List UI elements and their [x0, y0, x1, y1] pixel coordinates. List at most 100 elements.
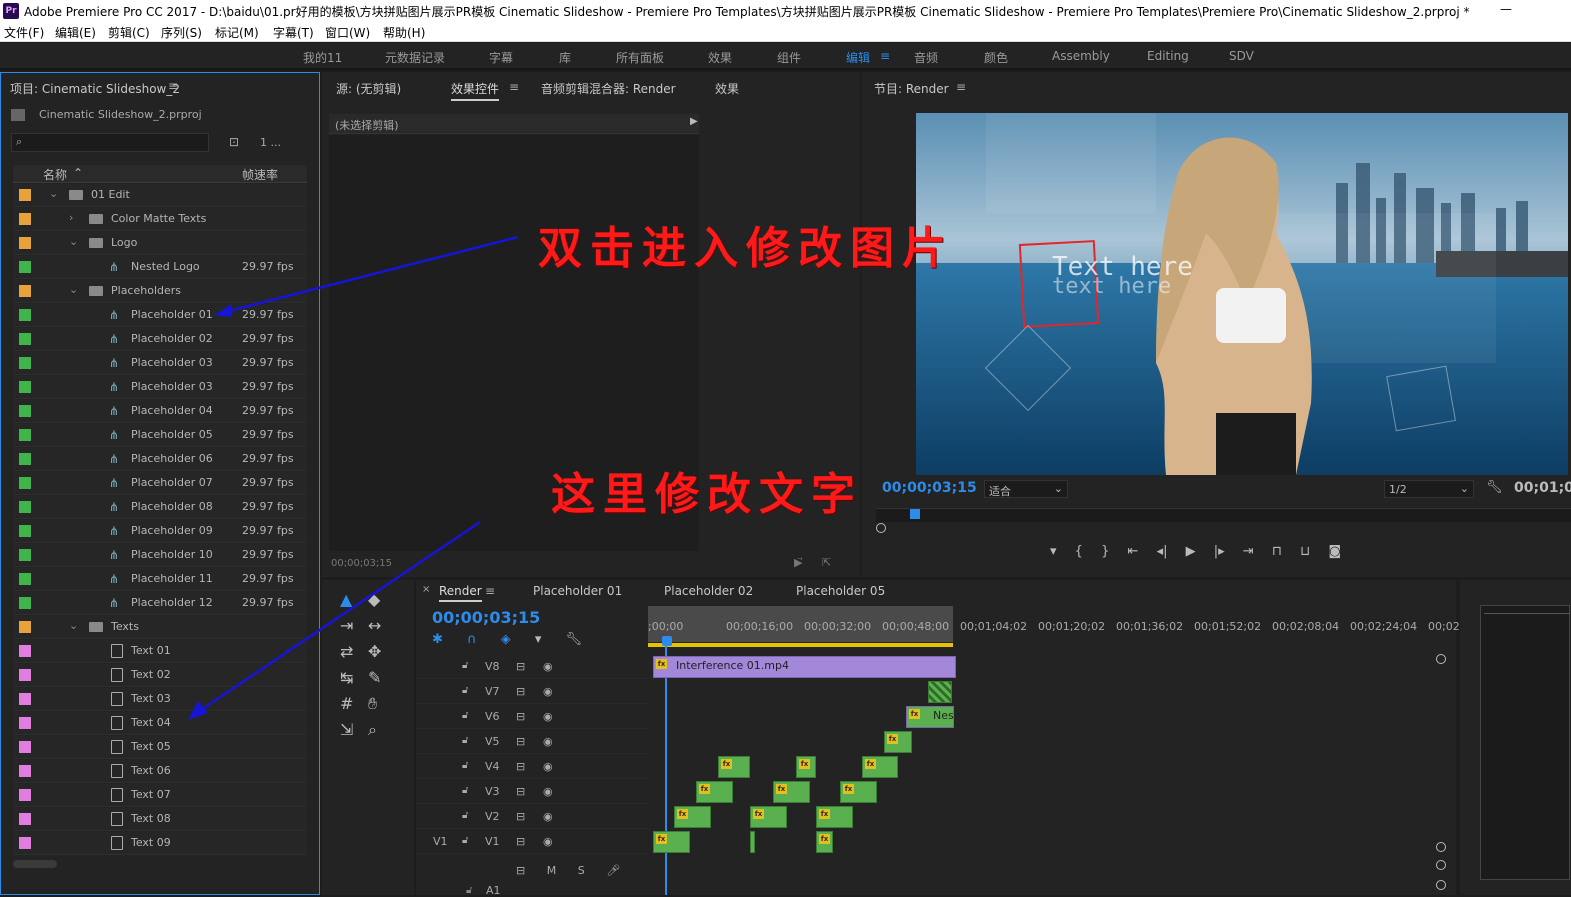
lock-icon[interactable]: 🔓︎	[466, 885, 472, 896]
lock-icon[interactable]: 🔓︎	[462, 810, 468, 821]
ws-tab[interactable]: 所有面板	[616, 49, 664, 66]
minimize-button[interactable]: —	[1498, 0, 1514, 20]
new-bin-icon[interactable]: ⊡	[229, 135, 239, 149]
source-patch[interactable]: V1	[433, 835, 448, 848]
label-color-swatch[interactable]	[19, 573, 31, 585]
timeline-clip[interactable]: fx	[796, 756, 816, 778]
project-item[interactable]: Text 01	[13, 640, 307, 663]
project-item[interactable]: Text 02	[13, 664, 307, 687]
eye-icon[interactable]: ◉	[543, 760, 553, 773]
label-color-swatch[interactable]	[19, 261, 31, 273]
lock-icon[interactable]: 🔓︎	[462, 835, 468, 846]
slip-tool-icon[interactable]: ↹	[340, 668, 353, 687]
slide-tool-icon[interactable]: #	[340, 694, 353, 713]
timeline-clip[interactable]: fx	[840, 781, 877, 803]
project-item[interactable]: ⋔ Placeholder 08 29.97 fps	[13, 496, 307, 519]
go-to-in-icon[interactable]: ⇤	[1128, 544, 1139, 559]
go-to-out-icon[interactable]: ⇥	[1243, 544, 1254, 559]
project-item[interactable]: ⋔ Placeholder 12 29.97 fps	[13, 592, 307, 615]
project-item[interactable]: Text 04	[13, 712, 307, 735]
zoom-tool-icon[interactable]: ⌕	[368, 720, 377, 740]
project-item[interactable]: Text 05	[13, 736, 307, 759]
horizontal-scrollbar[interactable]	[13, 860, 57, 868]
project-item[interactable]: Text 08	[13, 808, 307, 831]
program-timecode[interactable]: 00;00;03;15	[882, 480, 977, 496]
timeline-clip[interactable]	[750, 831, 755, 853]
timeline-clip[interactable]: fx	[816, 806, 853, 828]
mark-out-icon[interactable]: }	[1101, 544, 1109, 559]
eye-icon[interactable]: ◉	[543, 735, 553, 748]
project-item[interactable]: ⌄ Logo	[13, 232, 307, 255]
lock-icon[interactable]: 🔓︎	[462, 760, 468, 771]
sort-ascending-icon[interactable]: ⌃	[73, 166, 83, 180]
project-item[interactable]: Text 09	[13, 832, 307, 855]
panel-menu-icon[interactable]: ≡	[168, 79, 178, 93]
chevron-down-icon[interactable]: ⌄	[69, 283, 78, 296]
ws-tab[interactable]: 颜色	[984, 49, 1008, 66]
label-color-swatch[interactable]	[19, 453, 31, 465]
add-marker-icon[interactable]: ▾	[535, 632, 542, 647]
timeline-clip[interactable]: fx Nes	[906, 706, 954, 728]
settings-wrench-icon[interactable]: 🔧︎	[1486, 480, 1503, 495]
ws-menu-icon[interactable]: ≡	[880, 49, 890, 63]
project-item[interactable]: Text 06	[13, 760, 307, 783]
chevron-down-icon[interactable]: ⌄	[69, 619, 78, 632]
label-color-swatch[interactable]	[19, 741, 31, 753]
tab-effects[interactable]: 效果	[715, 80, 739, 97]
v-scroll-top-2[interactable]	[1436, 860, 1446, 870]
mute-button[interactable]: M	[547, 864, 557, 877]
timeline-clip[interactable]: fx	[718, 756, 750, 778]
project-item[interactable]: ⋔ Placeholder 11 29.97 fps	[13, 568, 307, 591]
label-color-swatch[interactable]	[19, 525, 31, 537]
ws-tab[interactable]: 库	[559, 49, 571, 66]
label-color-swatch[interactable]	[19, 429, 31, 441]
v-scroll-top[interactable]	[1436, 654, 1446, 664]
tab-effect-controls[interactable]: 效果控件	[451, 80, 500, 101]
chevron-right-icon[interactable]: ›	[69, 211, 73, 224]
project-item[interactable]: ⋔ Nested Logo 29.97 fps	[13, 256, 307, 279]
label-color-swatch[interactable]	[19, 477, 31, 489]
project-item[interactable]: ⌄ Placeholders	[13, 280, 307, 303]
tab-source[interactable]: 源: (无剪辑)	[336, 80, 401, 97]
ws-tab[interactable]: 字幕	[489, 49, 513, 66]
timeline-clip[interactable]: fx	[653, 831, 690, 853]
export-icon[interactable]: ⇱	[822, 556, 831, 569]
ws-tab[interactable]: Editing	[1147, 49, 1189, 63]
col-fps[interactable]: 帧速率	[242, 166, 278, 183]
timeline-clip[interactable]: fx	[816, 831, 833, 853]
add-marker-icon[interactable]: ▾	[1050, 544, 1057, 559]
label-color-swatch[interactable]	[19, 213, 31, 225]
ws-tab-active[interactable]: 编辑	[846, 49, 870, 66]
label-color-swatch[interactable]	[19, 501, 31, 513]
extract-icon[interactable]: ⊔	[1300, 544, 1310, 559]
rate-stretch-tool-icon[interactable]: ↔	[368, 616, 381, 635]
label-color-swatch[interactable]	[19, 765, 31, 777]
resolution-select[interactable]: 1/2 ⌄	[1384, 480, 1474, 498]
program-scrubber[interactable]	[876, 508, 1571, 522]
project-item[interactable]: ⋔ Placeholder 05 29.97 fps	[13, 424, 307, 447]
settings-wrench-icon[interactable]: 🔧︎	[566, 632, 583, 647]
mark-in-icon[interactable]: {	[1075, 544, 1083, 559]
pen-tool-icon[interactable]: ✎	[368, 668, 381, 687]
toggle-sync-icon[interactable]: ⊟	[516, 660, 525, 673]
label-color-swatch[interactable]	[19, 621, 31, 633]
razor-tool-icon[interactable]: ✥	[368, 642, 381, 661]
playhead-handle[interactable]	[662, 636, 672, 646]
tab-placeholder-05[interactable]: Placeholder 05	[796, 584, 885, 598]
solo-button[interactable]: S	[578, 864, 585, 877]
label-color-swatch[interactable]	[19, 189, 31, 201]
playhead[interactable]	[910, 509, 920, 519]
timeline-clip[interactable]	[928, 681, 952, 703]
project-item[interactable]: ⌄ Texts	[13, 616, 307, 639]
ws-tab[interactable]: 我的11	[303, 49, 342, 66]
project-item[interactable]: ⌄ 01 Edit	[13, 184, 307, 207]
toggle-sync-icon[interactable]: ⊟	[516, 685, 525, 698]
timeline-clip[interactable]: fx	[773, 781, 810, 803]
lift-icon[interactable]: ⊓	[1272, 544, 1282, 559]
nest-icon[interactable]: ✱	[432, 632, 443, 647]
eye-icon[interactable]: ◉	[543, 785, 553, 798]
step-back-icon[interactable]: ◂|	[1157, 544, 1168, 559]
linked-selection-icon[interactable]: ◈	[501, 632, 511, 647]
label-color-swatch[interactable]	[19, 405, 31, 417]
toggle-sync-icon[interactable]: ⊟	[516, 735, 525, 748]
